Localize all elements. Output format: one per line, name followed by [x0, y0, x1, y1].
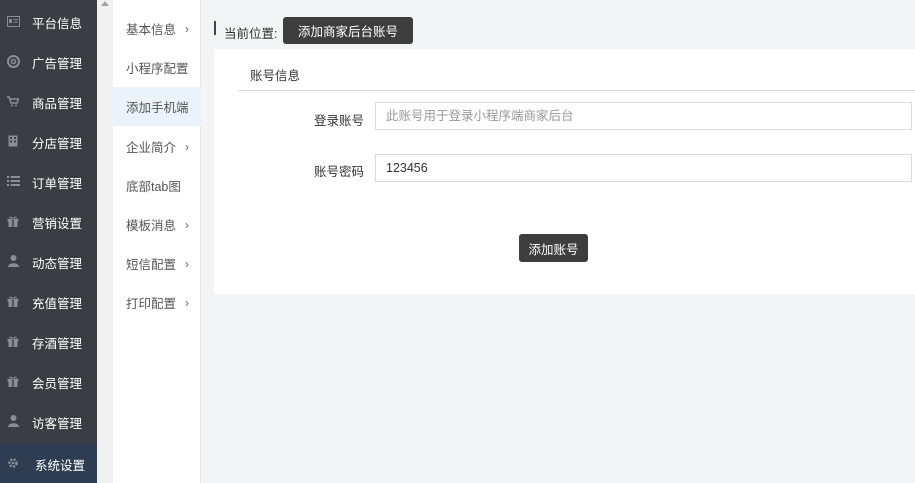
account-password-label: 账号密码 [314, 165, 365, 179]
submenu-item-template-message[interactable]: 模板消息 › [113, 205, 201, 244]
gift-icon [6, 334, 20, 348]
submenu-item-label: 添加手机端 [126, 101, 189, 115]
sidebar-item-label: 分店管理 [32, 137, 83, 151]
sidebar-item-label: 系统设置 [35, 459, 86, 473]
sidebar-item-orders[interactable]: 订单管理 [0, 161, 97, 201]
chevron-right-icon: › [185, 296, 189, 310]
sidebar-item-label: 商品管理 [32, 97, 83, 111]
breadcrumb-label: 当前位置: [224, 27, 278, 41]
submenu-item-label: 打印配置 [126, 297, 177, 311]
gift-icon [6, 374, 20, 388]
sidebar-item-label: 订单管理 [32, 177, 83, 191]
submenu-item-bottom-tab-image[interactable]: 底部tab图 [113, 166, 201, 205]
sidebar-scrollbar[interactable] [97, 0, 113, 483]
submenu-item-miniprogram-config[interactable]: 小程序配置 [113, 48, 201, 87]
login-account-input[interactable] [375, 102, 912, 130]
submenu-item-label: 模板消息 [126, 219, 177, 233]
sidebar-item-label: 平台信息 [32, 17, 83, 31]
lifebuoy-icon [6, 54, 20, 68]
submenu-item-label: 底部tab图 [126, 180, 181, 194]
breadcrumb-marker [214, 21, 216, 35]
sidebar-item-platform-info[interactable]: 平台信息 [0, 1, 97, 41]
account-password-input[interactable] [375, 154, 912, 182]
submenu-item-label: 基本信息 [126, 23, 177, 37]
sidebar-item-label: 会员管理 [32, 377, 83, 391]
section-title: 账号信息 [250, 69, 301, 83]
breadcrumb-current-page[interactable]: 添加商家后台账号 [283, 17, 413, 44]
gear-icon [6, 456, 20, 470]
sidebar-item-members[interactable]: 会员管理 [0, 361, 97, 401]
scroll-up-arrow-icon[interactable] [101, 1, 109, 6]
user-icon [6, 414, 20, 428]
main-sidebar: 平台信息 广告管理 商品管理 分店管理 订单管理 营销设置 动态管理 充值管理 … [0, 0, 97, 483]
sidebar-item-label: 动态管理 [32, 257, 83, 271]
submenu-item-company-intro[interactable]: 企业简介 › [113, 127, 201, 166]
sidebar-item-visitors[interactable]: 访客管理 [0, 401, 97, 441]
submenu-item-add-mobile[interactable]: 添加手机端 [113, 87, 201, 126]
submenu-item-sms-config[interactable]: 短信配置 › [113, 244, 201, 283]
sidebar-item-products[interactable]: 商品管理 [0, 81, 97, 121]
sidebar-item-dynamics[interactable]: 动态管理 [0, 241, 97, 281]
sidebar-item-branches[interactable]: 分店管理 [0, 121, 97, 161]
cart-icon [6, 94, 20, 108]
list-icon [6, 174, 20, 188]
chevron-right-icon: › [185, 257, 189, 271]
sidebar-item-recharge[interactable]: 充值管理 [0, 281, 97, 321]
sidebar-item-label: 存酒管理 [32, 337, 83, 351]
sidebar-item-system-settings[interactable]: 系统设置 [0, 443, 97, 483]
login-account-label: 登录账号 [314, 114, 365, 128]
section-divider [238, 90, 915, 91]
chevron-right-icon: › [185, 218, 189, 232]
submenu-item-label: 企业简介 [126, 141, 177, 155]
user-icon [6, 254, 20, 268]
sidebar-item-ads[interactable]: 广告管理 [0, 41, 97, 81]
gift-icon [6, 294, 20, 308]
id-card-icon [6, 14, 20, 28]
sidebar-item-wine-storage[interactable]: 存酒管理 [0, 321, 97, 361]
chevron-right-icon: › [185, 140, 189, 154]
sidebar-item-label: 广告管理 [32, 57, 83, 71]
sidebar-item-label: 充值管理 [32, 297, 83, 311]
submenu-item-basic-info[interactable]: 基本信息 › [113, 9, 201, 48]
submenu-item-print-config[interactable]: 打印配置 › [113, 283, 201, 322]
submenu-item-label: 小程序配置 [126, 62, 189, 76]
gift-icon [6, 214, 20, 228]
sidebar-item-marketing[interactable]: 营销设置 [0, 201, 97, 241]
settings-submenu: 基本信息 › 小程序配置 添加手机端 企业简介 › 底部tab图 模板消息 › … [113, 0, 201, 483]
sidebar-item-label: 访客管理 [32, 417, 83, 431]
account-form-card: 账号信息 登录账号 账号密码 添加账号 [214, 49, 915, 294]
chevron-right-icon: › [185, 22, 189, 36]
submenu-item-label: 短信配置 [126, 258, 177, 272]
building-icon [6, 134, 20, 148]
add-account-button[interactable]: 添加账号 [519, 234, 588, 262]
sidebar-item-label: 营销设置 [32, 217, 83, 231]
